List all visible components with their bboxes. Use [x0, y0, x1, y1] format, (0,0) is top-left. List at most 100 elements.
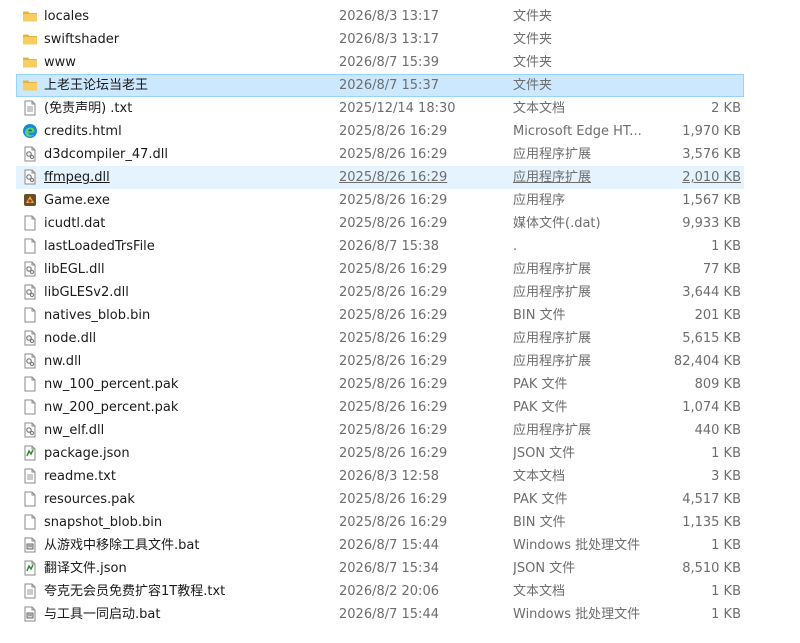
file-date-modified: 2025/8/26 16:29 — [339, 147, 448, 162]
file-size: 809 KB — [694, 377, 741, 392]
file-type: 文件夹 — [513, 32, 553, 47]
file-date-modified: 2026/8/7 15:37 — [339, 78, 439, 93]
file-type: 应用程序 — [513, 193, 566, 208]
file-date-modified: 2025/8/26 16:29 — [339, 331, 448, 346]
file-size: 77 KB — [702, 262, 741, 277]
file-type: PAK 文件 — [513, 377, 568, 392]
dll-icon — [22, 422, 38, 438]
file-type: Microsoft Edge HT... — [513, 124, 642, 139]
file-row[interactable]: nw.dll 2025/8/26 16:29 应用程序扩展 82,404 KB — [16, 350, 744, 373]
file-size: 1,135 KB — [682, 515, 741, 530]
file-date-modified: 2026/8/3 13:17 — [339, 32, 439, 47]
file-type: JSON 文件 — [513, 561, 576, 576]
file-size: 1 KB — [711, 538, 741, 553]
blank-file-icon — [22, 491, 38, 507]
file-row[interactable]: 与工具一同启动.bat 2026/8/7 15:44 Windows 批处理文件… — [16, 603, 744, 626]
file-name: ffmpeg.dll — [44, 170, 110, 185]
file-row[interactable]: resources.pak 2025/8/26 16:29 PAK 文件 4,5… — [16, 488, 744, 511]
file-list: locales 2026/8/3 13:17 文件夹 swiftshader 2… — [0, 5, 800, 626]
file-name: 翻译文件.json — [44, 561, 127, 576]
folder-icon — [22, 77, 38, 93]
file-type: 应用程序扩展 — [513, 331, 592, 346]
file-date-modified: 2026/8/3 13:17 — [339, 9, 439, 24]
file-row[interactable]: swiftshader 2026/8/3 13:17 文件夹 — [16, 28, 744, 51]
file-type: 应用程序扩展 — [513, 170, 592, 185]
file-row[interactable]: lastLoadedTrsFile 2026/8/7 15:38 . 1 KB — [16, 235, 744, 258]
file-name: credits.html — [44, 124, 122, 139]
file-type: PAK 文件 — [513, 492, 568, 507]
file-name: d3dcompiler_47.dll — [44, 147, 169, 162]
file-type: BIN 文件 — [513, 308, 566, 323]
file-size: 9,933 KB — [682, 216, 741, 231]
dll-icon — [22, 284, 38, 300]
file-row[interactable]: www 2026/8/7 15:39 文件夹 — [16, 51, 744, 74]
file-type: 应用程序扩展 — [513, 262, 592, 277]
file-row[interactable]: d3dcompiler_47.dll 2025/8/26 16:29 应用程序扩… — [16, 143, 744, 166]
file-size: 1 KB — [711, 239, 741, 254]
file-date-modified: 2025/8/26 16:29 — [339, 354, 448, 369]
file-date-modified: 2026/8/7 15:44 — [339, 607, 439, 622]
blank-file-icon — [22, 376, 38, 392]
dll-icon — [22, 330, 38, 346]
dll-icon — [22, 353, 38, 369]
file-row[interactable]: node.dll 2025/8/26 16:29 应用程序扩展 5,615 KB — [16, 327, 744, 350]
file-row[interactable]: 从游戏中移除工具文件.bat 2026/8/7 15:44 Windows 批处… — [16, 534, 744, 557]
text-file-icon — [22, 468, 38, 484]
file-row[interactable]: snapshot_blob.bin 2025/8/26 16:29 BIN 文件… — [16, 511, 744, 534]
file-date-modified: 2026/8/7 15:34 — [339, 561, 439, 576]
file-date-modified: 2025/12/14 18:30 — [339, 101, 456, 116]
file-size: 1,074 KB — [682, 400, 741, 415]
file-row[interactable]: locales 2026/8/3 13:17 文件夹 — [16, 5, 744, 28]
file-name: 上老王论坛当老王 — [44, 78, 149, 93]
edge-icon — [22, 123, 38, 139]
file-date-modified: 2026/8/2 20:06 — [339, 584, 439, 599]
file-type: . — [513, 239, 518, 254]
file-name: natives_blob.bin — [44, 308, 151, 323]
file-row[interactable]: nw_100_percent.pak 2025/8/26 16:29 PAK 文… — [16, 373, 744, 396]
file-name: libEGL.dll — [44, 262, 105, 277]
file-row[interactable]: ffmpeg.dll 2025/8/26 16:29 应用程序扩展 2,010 … — [16, 166, 744, 189]
folder-icon — [22, 54, 38, 70]
json-file-icon — [22, 560, 38, 576]
file-name: nw_200_percent.pak — [44, 400, 179, 415]
file-name: (免责声明) .txt — [44, 101, 133, 116]
file-date-modified: 2026/8/7 15:38 — [339, 239, 439, 254]
file-size: 82,404 KB — [673, 354, 741, 369]
folder-icon — [22, 31, 38, 47]
file-row[interactable]: 夸克无会员免费扩容1T教程.txt 2026/8/2 20:06 文本文档 1 … — [16, 580, 744, 603]
file-name: package.json — [44, 446, 130, 461]
file-row[interactable]: (免责声明) .txt 2025/12/14 18:30 文本文档 2 KB — [16, 97, 744, 120]
file-row[interactable]: natives_blob.bin 2025/8/26 16:29 BIN 文件 … — [16, 304, 744, 327]
file-name: resources.pak — [44, 492, 135, 507]
file-date-modified: 2025/8/26 16:29 — [339, 285, 448, 300]
blank-file-icon — [22, 514, 38, 530]
file-name: icudtl.dat — [44, 216, 106, 231]
file-date-modified: 2025/8/26 16:29 — [339, 262, 448, 277]
file-size: 1 KB — [711, 584, 741, 599]
file-row[interactable]: Game.exe 2025/8/26 16:29 应用程序 1,567 KB — [16, 189, 744, 212]
file-row[interactable]: libGLESv2.dll 2025/8/26 16:29 应用程序扩展 3,6… — [16, 281, 744, 304]
file-size: 3 KB — [711, 469, 741, 484]
dll-icon — [22, 146, 38, 162]
file-row[interactable]: 上老王论坛当老王 2026/8/7 15:37 文件夹 — [16, 74, 744, 97]
file-row[interactable]: nw_elf.dll 2025/8/26 16:29 应用程序扩展 440 KB — [16, 419, 744, 442]
file-name: locales — [44, 9, 90, 24]
game-exe-icon — [22, 192, 38, 208]
file-name: libGLESv2.dll — [44, 285, 129, 300]
file-row[interactable]: package.json 2025/8/26 16:29 JSON 文件 1 K… — [16, 442, 744, 465]
file-row[interactable]: readme.txt 2026/8/3 12:58 文本文档 3 KB — [16, 465, 744, 488]
file-row[interactable]: credits.html 2025/8/26 16:29 Microsoft E… — [16, 120, 744, 143]
file-type: Windows 批处理文件 — [513, 607, 641, 622]
file-row[interactable]: libEGL.dll 2025/8/26 16:29 应用程序扩展 77 KB — [16, 258, 744, 281]
file-row[interactable]: 翻译文件.json 2026/8/7 15:34 JSON 文件 8,510 K… — [16, 557, 744, 580]
file-date-modified: 2025/8/26 16:29 — [339, 124, 448, 139]
file-name: snapshot_blob.bin — [44, 515, 163, 530]
file-size: 5,615 KB — [682, 331, 741, 346]
file-name: nw.dll — [44, 354, 82, 369]
file-date-modified: 2025/8/26 16:29 — [339, 423, 448, 438]
file-row[interactable]: icudtl.dat 2025/8/26 16:29 媒体文件(.dat) 9,… — [16, 212, 744, 235]
file-type: 文本文档 — [513, 101, 566, 116]
file-row[interactable]: nw_200_percent.pak 2025/8/26 16:29 PAK 文… — [16, 396, 744, 419]
text-file-icon — [22, 583, 38, 599]
file-type: 应用程序扩展 — [513, 423, 592, 438]
